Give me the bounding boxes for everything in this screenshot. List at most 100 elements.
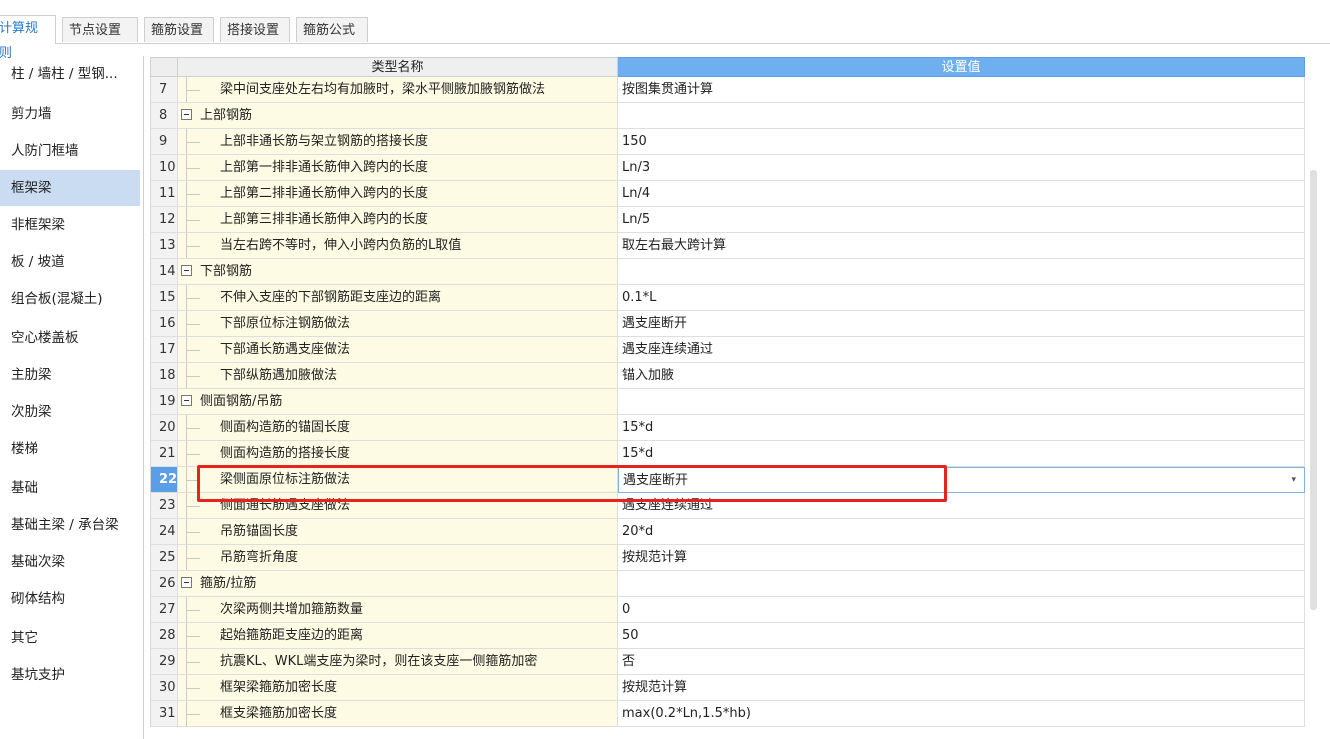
sidebar-item[interactable]: 砌体结构 xyxy=(0,581,140,617)
settings-grid: 类型名称 设置值 7 梁中间支座处左右均有加腋时，梁水平侧腋加腋钢筋做法 按图集贯通… xyxy=(150,57,1306,739)
setting-value-text: 锚入加腋 xyxy=(622,368,675,383)
table-row[interactable]: 12 上部第三排非通长筋伸入跨内的长度 Ln/5 xyxy=(150,207,1305,233)
setting-value-cell[interactable]: 遇支座断开 xyxy=(618,311,1305,337)
table-row[interactable]: 23 侧面通长筋遇支座做法 遇支座连续通过 xyxy=(150,493,1305,519)
type-name-cell: 侧面构造筋的搭接长度 xyxy=(178,441,618,467)
table-row[interactable]: 25 吊筋弯折角度 按规范计算 xyxy=(150,545,1305,571)
table-row[interactable]: 17 下部通长筋遇支座做法 遇支座连续通过 xyxy=(150,337,1305,363)
header-setting-value[interactable]: 设置值 xyxy=(618,57,1305,77)
collapse-minus-icon[interactable] xyxy=(181,577,192,588)
sidebar-item[interactable]: 其它 xyxy=(0,620,140,656)
setting-value-text: 50 xyxy=(622,628,639,643)
setting-value-cell[interactable]: 遇支座连续通过 xyxy=(618,337,1305,363)
row-number: 22 xyxy=(150,467,178,493)
setting-value-cell[interactable] xyxy=(618,571,1305,597)
table-row[interactable]: 18 下部纵筋遇加腋做法 锚入加腋 xyxy=(150,363,1305,389)
value-dropdown[interactable]: 遇支座断开 ▾ xyxy=(618,467,1305,493)
group-row[interactable]: 26 箍筋/拉筋 xyxy=(150,571,1305,597)
sidebar-item[interactable]: 剪力墙 xyxy=(0,96,140,132)
tab-5[interactable]: 箍筋公式 xyxy=(296,17,368,42)
type-name-cell: 框支梁箍筋加密长度 xyxy=(178,701,618,727)
sidebar-item[interactable]: 次肋梁 xyxy=(0,394,140,430)
table-row[interactable]: 16 下部原位标注钢筋做法 遇支座断开 xyxy=(150,311,1305,337)
scrollbar-thumb[interactable] xyxy=(1310,170,1317,610)
tab-4[interactable]: 搭接设置 xyxy=(220,17,290,42)
table-row[interactable]: 31 框支梁箍筋加密长度 max(0.2*Ln,1.5*hb) xyxy=(150,701,1305,727)
group-row[interactable]: 8 上部钢筋 xyxy=(150,103,1305,129)
sidebar-item[interactable]: 组合板(混凝土) xyxy=(0,281,140,317)
setting-value-text: 按图集贯通计算 xyxy=(622,82,714,97)
group-row[interactable]: 14 下部钢筋 xyxy=(150,259,1305,285)
table-row[interactable]: 21 侧面构造筋的搭接长度 15*d xyxy=(150,441,1305,467)
table-row[interactable]: 27 次梁两侧共增加箍筋数量 0 xyxy=(150,597,1305,623)
table-row[interactable]: 13 当左右跨不等时，伸入小跨内负筋的L取值 取左右最大跨计算 xyxy=(150,233,1305,259)
type-name-cell: 箍筋/拉筋 xyxy=(178,571,618,597)
table-row[interactable]: 9 上部非通长筋与架立钢筋的搭接长度 150 xyxy=(150,129,1305,155)
tree-branch xyxy=(186,480,200,481)
table-row[interactable]: 11 上部第二排非通长筋伸入跨内的长度 Ln/4 xyxy=(150,181,1305,207)
sidebar-item[interactable]: 非框架梁 xyxy=(0,207,140,243)
setting-value-cell[interactable]: 按规范计算 xyxy=(618,545,1305,571)
type-name-cell: 上部第二排非通长筋伸入跨内的长度 xyxy=(178,181,618,207)
sidebar-item[interactable]: 主肋梁 xyxy=(0,357,140,393)
sidebar-item[interactable]: 空心楼盖板 xyxy=(0,320,140,356)
setting-value-cell[interactable]: 按规范计算 xyxy=(618,675,1305,701)
setting-value-cell[interactable]: 50 xyxy=(618,623,1305,649)
table-row[interactable]: 29 抗震KL、WKL端支座为梁时，则在该支座一侧箍筋加密 否 xyxy=(150,649,1305,675)
sidebar-item[interactable]: 基础主梁 / 承台梁 xyxy=(0,507,140,543)
sidebar-item[interactable]: 板 / 坡道 xyxy=(0,244,140,280)
sidebar-item[interactable]: 基坑支护 xyxy=(0,657,140,693)
setting-value-cell[interactable]: 15*d xyxy=(618,441,1305,467)
setting-value-cell[interactable] xyxy=(618,389,1305,415)
setting-value-cell[interactable]: 按图集贯通计算 xyxy=(618,77,1305,103)
setting-value-cell[interactable]: Ln/5 xyxy=(618,207,1305,233)
sidebar-divider xyxy=(143,56,144,739)
sidebar-item[interactable]: 人防门框墙 xyxy=(0,133,140,169)
type-name-cell: 上部第三排非通长筋伸入跨内的长度 xyxy=(178,207,618,233)
setting-value-cell[interactable]: 0 xyxy=(618,597,1305,623)
table-row[interactable]: 20 侧面构造筋的锚固长度 15*d xyxy=(150,415,1305,441)
sidebar-item[interactable]: 柱 / 墙柱 / 型钢... xyxy=(0,56,140,92)
table-row[interactable]: 24 吊筋锚固长度 20*d xyxy=(150,519,1305,545)
setting-value-cell[interactable]: 20*d xyxy=(618,519,1305,545)
type-name-label: 侧面通长筋遇支座做法 xyxy=(220,498,351,513)
header-type-name[interactable]: 类型名称 xyxy=(178,57,618,77)
setting-value-cell[interactable]: 取左右最大跨计算 xyxy=(618,233,1305,259)
setting-value-cell[interactable]: 否 xyxy=(618,649,1305,675)
setting-value-cell[interactable]: 150 xyxy=(618,129,1305,155)
chevron-down-icon[interactable]: ▾ xyxy=(1291,468,1296,492)
setting-value-cell[interactable]: max(0.2*Ln,1.5*hb) xyxy=(618,701,1305,727)
sidebar-item[interactable]: 框架梁 xyxy=(0,170,140,206)
setting-value-cell[interactable]: Ln/3 xyxy=(618,155,1305,181)
setting-value-cell[interactable]: 15*d xyxy=(618,415,1305,441)
sidebar-item[interactable]: 基础 xyxy=(0,470,140,506)
table-row[interactable]: 10 上部第一排非通长筋伸入跨内的长度 Ln/3 xyxy=(150,155,1305,181)
sidebar-item[interactable]: 楼梯 xyxy=(0,431,140,467)
type-name-cell: 上部非通长筋与架立钢筋的搭接长度 xyxy=(178,129,618,155)
table-row[interactable]: 30 框架梁箍筋加密长度 按规范计算 xyxy=(150,675,1305,701)
collapse-minus-icon[interactable] xyxy=(181,265,192,276)
tab-1[interactable]: 计算规则 xyxy=(0,15,56,61)
setting-value-cell[interactable] xyxy=(618,103,1305,129)
sidebar-item[interactable]: 基础次梁 xyxy=(0,544,140,580)
setting-value-cell[interactable]: 0.1*L xyxy=(618,285,1305,311)
collapse-minus-icon[interactable] xyxy=(181,395,192,406)
table-row[interactable]: 7 梁中间支座处左右均有加腋时，梁水平侧腋加腋钢筋做法 按图集贯通计算 xyxy=(150,77,1305,103)
type-name-cell: 下部通长筋遇支座做法 xyxy=(178,337,618,363)
tab-2[interactable]: 节点设置 xyxy=(62,17,138,42)
setting-value-cell[interactable]: Ln/4 xyxy=(618,181,1305,207)
setting-value-text: 遇支座断开 xyxy=(622,316,688,331)
table-row[interactable]: 15 不伸入支座的下部钢筋距支座边的距离 0.1*L xyxy=(150,285,1305,311)
setting-value-text: 0.1*L xyxy=(622,290,657,305)
setting-value-text: 按规范计算 xyxy=(622,680,688,695)
setting-value-cell[interactable] xyxy=(618,259,1305,285)
table-row[interactable]: 22 梁侧面原位标注筋做法 遇支座断开 ▾ xyxy=(150,467,1305,493)
collapse-minus-icon[interactable] xyxy=(181,109,192,120)
setting-value-cell[interactable]: 遇支座连续通过 xyxy=(618,493,1305,519)
setting-value-cell[interactable]: 锚入加腋 xyxy=(618,363,1305,389)
tab-3[interactable]: 箍筋设置 xyxy=(144,17,214,42)
tree-branch xyxy=(186,610,200,611)
group-row[interactable]: 19 侧面钢筋/吊筋 xyxy=(150,389,1305,415)
table-row[interactable]: 28 起始箍筋距支座边的距离 50 xyxy=(150,623,1305,649)
type-name-cell: 上部钢筋 xyxy=(178,103,618,129)
